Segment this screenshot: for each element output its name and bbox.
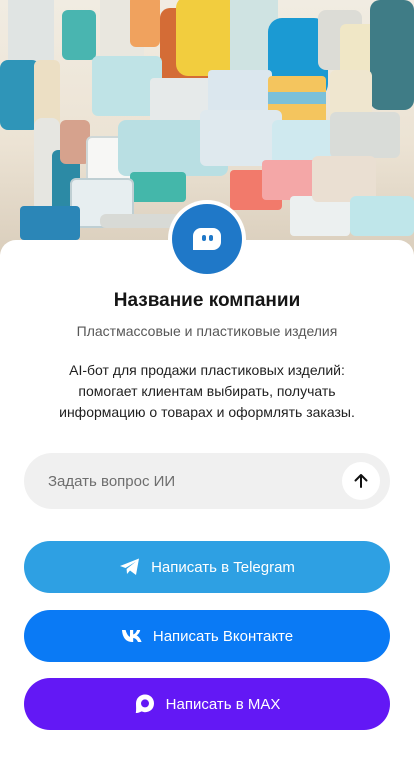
chat-bot-icon bbox=[172, 204, 242, 274]
telegram-button-label: Написать в Telegram bbox=[151, 558, 295, 576]
telegram-icon bbox=[119, 556, 141, 578]
vk-button[interactable]: Написать Вконтакте bbox=[24, 610, 390, 662]
max-button[interactable]: Написать в MAX bbox=[24, 678, 390, 730]
send-button[interactable] bbox=[342, 462, 380, 500]
avatar bbox=[168, 200, 246, 278]
telegram-button[interactable]: Написать в Telegram bbox=[24, 541, 390, 593]
ask-ai-input[interactable] bbox=[48, 472, 328, 490]
max-button-label: Написать в MAX bbox=[165, 695, 281, 713]
company-category: Пластмассовые и пластиковые изделия bbox=[76, 323, 338, 339]
page: Название компании Пластмассовые и пласти… bbox=[0, 0, 414, 770]
vk-button-label: Написать Вконтакте bbox=[152, 627, 294, 645]
arrow-up-icon bbox=[352, 472, 370, 490]
ask-ai-field bbox=[24, 453, 390, 509]
vk-icon bbox=[121, 625, 143, 647]
company-description: AI-бот для продажи пластиковых изделий: … bbox=[59, 362, 355, 420]
max-messenger-icon bbox=[134, 693, 156, 715]
company-name: Название компании bbox=[113, 290, 301, 311]
